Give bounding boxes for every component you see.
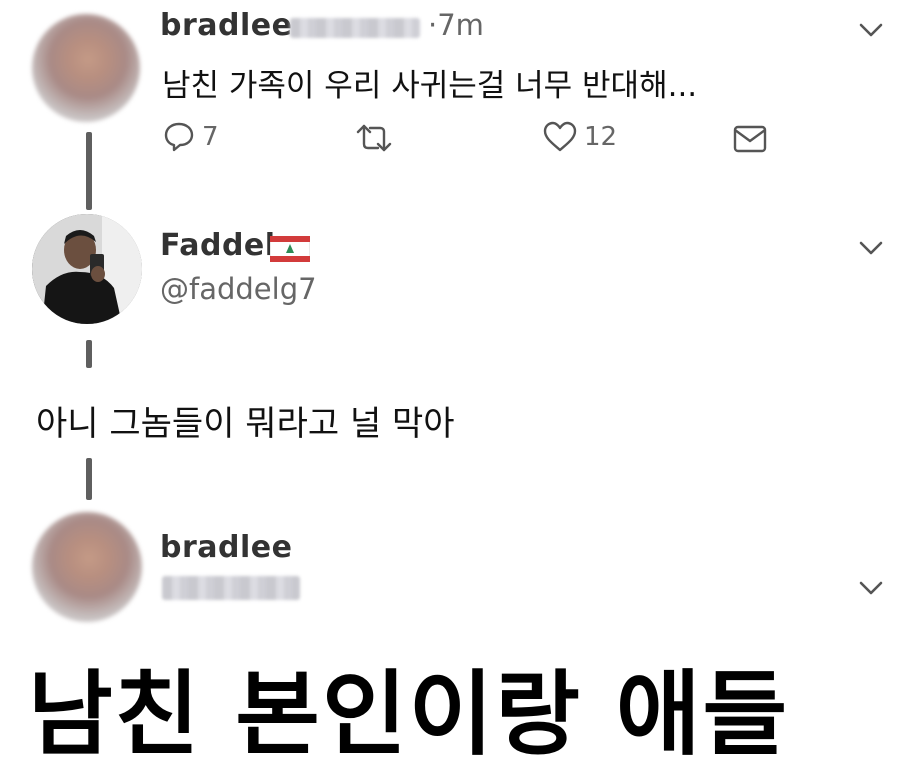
blurred-handle <box>290 18 420 38</box>
reply-count: 7 <box>202 122 219 152</box>
like-count: 12 <box>584 122 618 152</box>
chevron-down-icon[interactable] <box>858 20 884 40</box>
avatar[interactable] <box>32 214 142 324</box>
username[interactable]: Faddel <box>160 228 276 263</box>
like-icon <box>543 121 577 152</box>
tweet-text: 아니 그놈들이 뭐라고 널 막아 <box>36 404 455 444</box>
avatar[interactable] <box>32 512 142 622</box>
reply-button[interactable]: 7 <box>162 120 219 154</box>
tweet-text: 남친 가족이 우리 사귀는걸 너무 반대해... <box>162 68 698 104</box>
chevron-down-icon[interactable] <box>858 578 884 598</box>
timestamp: ·7m <box>428 8 484 42</box>
thread-connector <box>86 458 92 500</box>
avatar-photo <box>32 214 142 324</box>
retweet-button[interactable] <box>354 122 394 154</box>
retweet-icon <box>356 124 392 152</box>
caption-text: 남친 본인이랑 애들 <box>28 661 790 768</box>
handle[interactable]: @faddelg7 <box>160 272 317 306</box>
avatar[interactable] <box>32 14 140 122</box>
blurred-handle <box>162 576 300 600</box>
share-icon <box>733 125 767 153</box>
share-button[interactable] <box>732 124 768 154</box>
like-button[interactable]: 12 <box>542 120 617 154</box>
chevron-down-icon[interactable] <box>858 238 884 258</box>
lebanon-flag-icon <box>270 236 310 262</box>
reply-icon <box>164 122 194 152</box>
thread-connector <box>86 132 92 210</box>
thread-connector <box>86 340 92 368</box>
username[interactable]: bradlee <box>160 530 292 565</box>
username[interactable]: bradlee <box>160 8 292 43</box>
